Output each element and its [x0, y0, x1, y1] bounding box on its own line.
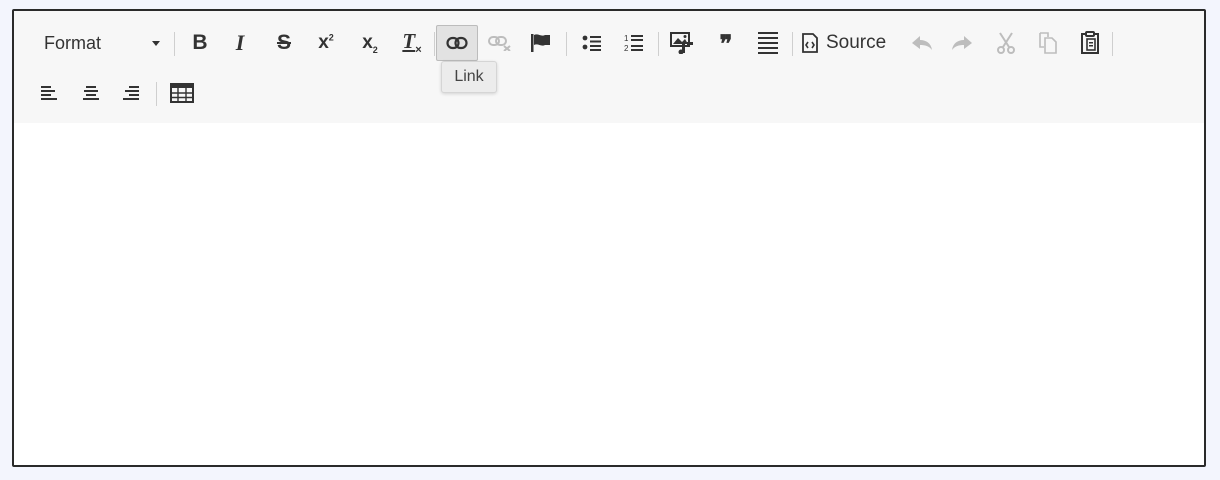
align-right-icon	[123, 86, 139, 100]
remove-format-icon: T×	[402, 29, 422, 57]
italic-button[interactable]: I	[226, 25, 254, 61]
horizontal-rule-icon	[758, 32, 778, 54]
align-left-icon	[41, 86, 57, 100]
editor-content-area[interactable]	[14, 123, 1204, 465]
editor-toolbar: Format B I S x2 x2 T× 1 2 ❞ Source	[14, 11, 1204, 123]
bulleted-list-icon	[582, 35, 601, 51]
chevron-down-icon	[152, 40, 160, 46]
toolbar-separator	[792, 32, 793, 56]
table-icon	[170, 83, 194, 103]
svg-text:2: 2	[624, 44, 629, 53]
superscript-icon-x: x	[318, 32, 329, 53]
link-tooltip: Link	[441, 61, 497, 93]
subscript-icon-x: x	[362, 31, 373, 53]
superscript-icon: x2	[318, 32, 334, 53]
source-button[interactable]: Source	[802, 25, 894, 61]
image-icon	[670, 32, 693, 54]
toolbar-separator	[156, 82, 157, 106]
quote-icon: ❞	[719, 28, 733, 58]
redo-button[interactable]	[946, 25, 978, 61]
unlink-icon	[488, 36, 511, 51]
cut-button[interactable]	[990, 25, 1022, 61]
rich-text-editor: Format B I S x2 x2 T× 1 2 ❞ Source	[12, 9, 1206, 467]
toolbar-separator	[174, 32, 175, 56]
bold-icon: B	[192, 31, 208, 54]
toolbar-separator	[1112, 32, 1113, 56]
subscript-icon: x2	[362, 31, 378, 55]
superscript-button[interactable]: x2	[310, 25, 342, 61]
horizontal-line-button[interactable]	[752, 25, 784, 61]
align-center-icon	[83, 86, 99, 100]
align-right-button[interactable]	[116, 75, 146, 111]
numbered-list-icon: 1 2	[624, 34, 643, 53]
remove-format-button[interactable]: T×	[396, 25, 428, 61]
source-code-icon	[802, 33, 818, 53]
clipboard-icon	[1081, 31, 1099, 54]
subscript-button[interactable]: x2	[354, 25, 386, 61]
format-dropdown[interactable]: Format	[36, 25, 168, 61]
flag-icon	[531, 34, 550, 52]
paste-button[interactable]	[1074, 25, 1106, 61]
scissors-icon	[997, 32, 1015, 54]
toolbar-separator	[658, 32, 659, 56]
bulleted-list-button[interactable]	[576, 25, 608, 61]
italic-icon: I	[235, 30, 245, 55]
undo-button[interactable]	[906, 25, 938, 61]
redo-icon	[952, 36, 972, 50]
align-center-button[interactable]	[76, 75, 106, 111]
numbered-list-button[interactable]: 1 2	[618, 25, 650, 61]
image-button[interactable]	[666, 25, 698, 61]
link-button[interactable]	[436, 25, 478, 61]
remove-format-icon-t: T	[402, 29, 416, 54]
blockquote-button[interactable]: ❞	[710, 25, 742, 61]
source-button-label: Source	[826, 32, 887, 53]
toolbar-row-1: Format B I S x2 x2 T× 1 2 ❞ Source	[14, 23, 1204, 63]
format-dropdown-label: Format	[44, 32, 102, 53]
copy-icon	[1039, 32, 1057, 54]
toolbar-row-2	[14, 73, 1204, 113]
link-icon	[446, 36, 468, 50]
toolbar-separator	[566, 32, 567, 56]
svg-text:1: 1	[624, 34, 629, 43]
strikethrough-button[interactable]: S	[270, 25, 298, 61]
unlink-button[interactable]	[484, 25, 516, 61]
undo-icon	[912, 36, 932, 50]
copy-button[interactable]	[1032, 25, 1064, 61]
tooltip-text: Link	[454, 68, 484, 85]
toolbar-separator	[434, 32, 435, 56]
bold-button[interactable]: B	[186, 25, 214, 61]
anchor-button[interactable]	[526, 25, 556, 61]
table-button[interactable]	[166, 75, 198, 111]
strikethrough-icon: S	[276, 31, 291, 54]
align-left-button[interactable]	[34, 75, 64, 111]
